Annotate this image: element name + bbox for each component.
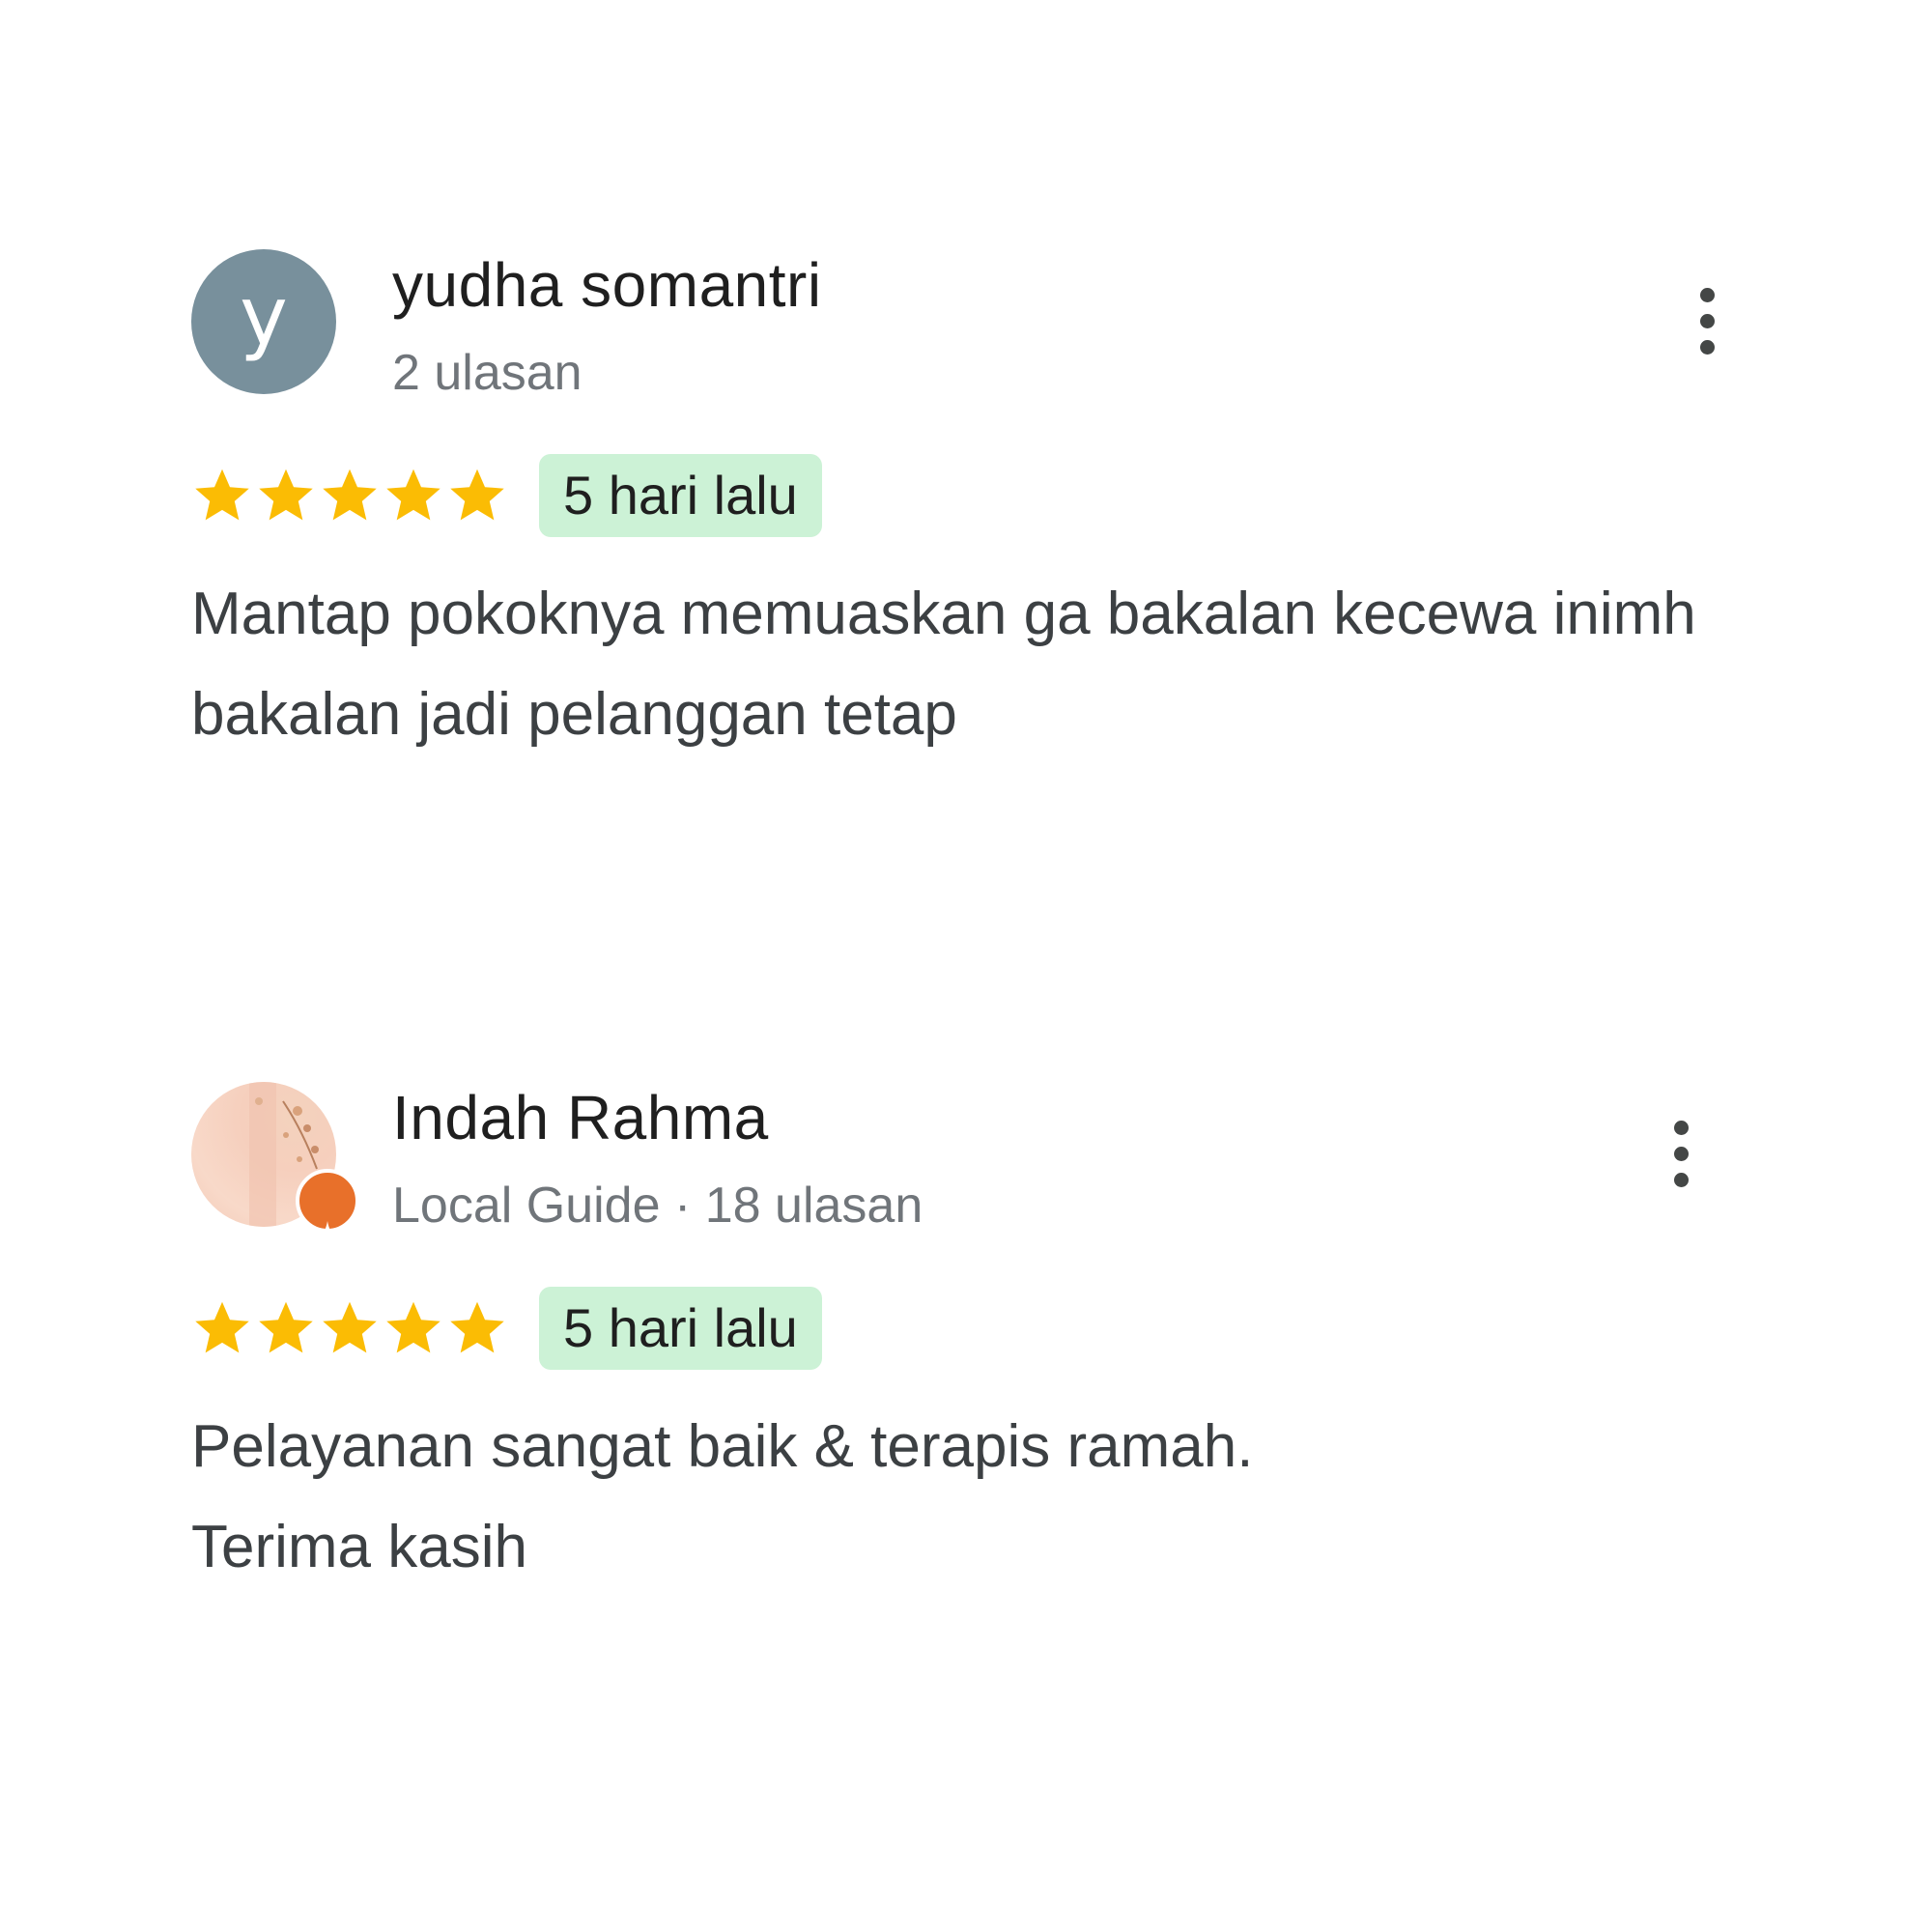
rating-row: 5 hari lalu [191,1287,1737,1370]
review-text-line: Pelayanan sangat baik & terapis ramah. [191,1413,1254,1480]
star-icon [386,1301,440,1353]
avatar[interactable] [191,1082,359,1258]
star-icon [259,469,313,521]
star-icon [450,1301,504,1353]
avatar[interactable]: y [191,249,336,394]
review-header: y yudha somantri 2 ulasan [191,249,1737,401]
reviewer-guide-status: Local Guide · 18 ulasan [392,1178,923,1234]
more-options-icon[interactable] [1669,1121,1692,1188]
star-rating [191,454,510,537]
star-icon [323,469,377,521]
star-icon [259,1301,313,1353]
reviewer-name[interactable]: yudha somantri [392,249,822,321]
review-card: Indah Rahma Local Guide · 18 ulasan 5 ha… [191,1082,1737,1598]
local-guide-badge-icon [296,1169,359,1258]
rating-row: 5 hari lalu [191,454,1737,537]
review-text: Mantap pokoknya memuaskan ga bakalan kec… [191,581,1696,748]
star-icon [386,469,440,521]
star-icon [323,1301,377,1353]
review-date-badge: 5 hari lalu [539,1287,822,1370]
star-icon [195,469,249,521]
review-header: Indah Rahma Local Guide · 18 ulasan [191,1082,1737,1258]
review-text: Pelayanan sangat baik & terapis ramah. T… [191,1397,1698,1598]
review-date-badge: 5 hari lalu [539,454,822,537]
review-card: y yudha somantri 2 ulasan 5 hari lalu Ma… [191,249,1737,765]
review-text-line: Terima kasih [191,1514,527,1580]
star-icon [450,469,504,521]
more-options-icon[interactable] [1695,288,1719,355]
star-icon [195,1301,249,1353]
star-rating [191,1287,510,1370]
reviewer-review-count: 2 ulasan [392,345,582,401]
reviewer-name[interactable]: Indah Rahma [392,1082,769,1153]
